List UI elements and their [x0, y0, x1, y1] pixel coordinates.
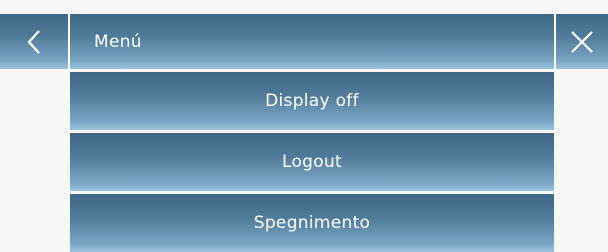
menu-item-display-off[interactable]: Display off [70, 72, 554, 130]
menu-item-label: Spegnimento [253, 213, 371, 233]
title-bar: Menú [70, 14, 554, 69]
page-title: Menú [94, 31, 142, 52]
back-button[interactable] [0, 14, 68, 69]
menu-item-label: Logout [281, 152, 342, 172]
chevron-left-icon [27, 29, 40, 54]
menu-item-logout[interactable]: Logout [70, 133, 554, 191]
close-button[interactable] [556, 14, 608, 69]
close-icon [571, 30, 593, 53]
menu-item-spegnimento[interactable]: Spegnimento [70, 194, 554, 252]
menu-item-label: Display off [265, 91, 359, 111]
